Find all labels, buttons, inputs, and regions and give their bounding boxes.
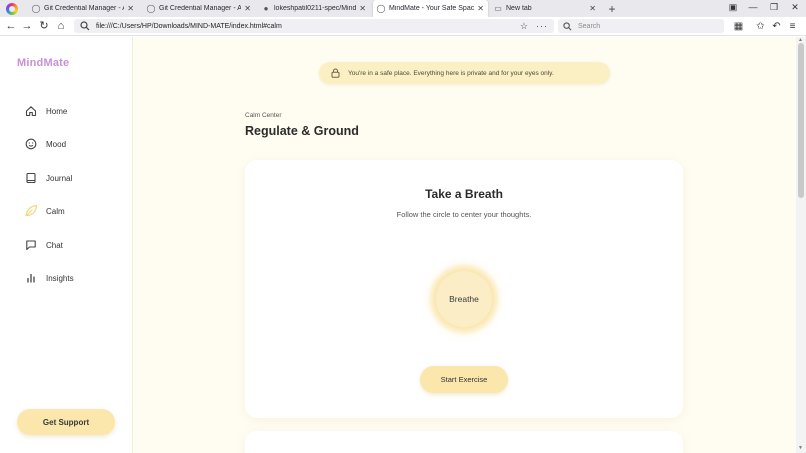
history-icon[interactable]: ↶ [771, 21, 782, 32]
tab-title: Git Credential Manager - Auth [159, 5, 242, 12]
sidebar-item-journal[interactable]: Journal [24, 170, 72, 186]
breathing-circle-label: Breathe [449, 294, 479, 304]
close-icon[interactable]: ✕ [127, 4, 134, 13]
maximize-icon[interactable]: ❐ [767, 2, 781, 13]
chart-icon [24, 271, 38, 285]
chat-icon [24, 238, 38, 252]
window-close-icon[interactable]: ✕ [788, 2, 802, 13]
get-support-button[interactable]: Get Support [17, 409, 115, 435]
sidebar-item-insights[interactable]: Insights [24, 270, 74, 286]
main-content: You're in a safe place. Everything here … [133, 37, 796, 453]
close-icon[interactable]: ✕ [589, 4, 596, 13]
browser-tab-bar: ◯ Git Credential Manager - Auth ✕ ◯ Git … [0, 0, 806, 17]
sidebar-item-calm[interactable]: Calm [24, 203, 65, 219]
forward-icon[interactable]: → [20, 19, 34, 33]
sidebar-item-home[interactable]: Home [24, 103, 67, 119]
close-icon[interactable]: ✕ [244, 4, 251, 13]
sidebar-item-chat[interactable]: Chat [24, 237, 63, 253]
extensions-grid-icon[interactable]: ▦ [733, 21, 744, 32]
start-exercise-button[interactable]: Start Exercise [420, 366, 508, 393]
globe-icon: ◯ [146, 4, 156, 13]
section-kicker: Calm Center [245, 112, 282, 119]
browser-tab[interactable]: ◯ Git Credential Manager - Auth ✕ [28, 0, 138, 17]
close-icon[interactable]: ✕ [359, 4, 366, 13]
search-placeholder: Search [578, 22, 601, 30]
browser-search-field[interactable]: Search [558, 19, 724, 33]
sidebar: MindMate Home Mood Journal Calm Chat Ins… [0, 37, 133, 453]
sidebar-item-label: Home [46, 106, 68, 116]
home-browser-icon[interactable]: ⌂ [54, 19, 68, 33]
sidebar-item-label: Chat [46, 240, 63, 250]
github-icon: ● [263, 4, 269, 13]
browser-logo-icon [6, 3, 18, 15]
privacy-notice-text: You're in a safe place. Everything here … [348, 69, 554, 77]
url-text[interactable]: file:///C:/Users/HP/Downloads/MIND-MATE/… [96, 23, 520, 30]
close-icon[interactable]: ✕ [477, 4, 484, 13]
reload-icon[interactable]: ↻ [37, 19, 51, 33]
app-root: MindMate Home Mood Journal Calm Chat Ins… [0, 37, 796, 453]
leaf-icon [24, 204, 38, 218]
card-title: Take a Breath [425, 187, 503, 201]
browser-tab[interactable]: ◯ Git Credential Manager - Auth ✕ [143, 0, 255, 17]
breathing-card: Take a Breath Follow the circle to cente… [245, 160, 683, 418]
address-bar[interactable]: file:///C:/Users/HP/Downloads/MIND-MATE/… [74, 19, 554, 33]
card-subtitle: Follow the circle to center your thought… [396, 210, 532, 219]
sidebar-item-mood[interactable]: Mood [24, 136, 66, 152]
scroll-down-icon[interactable]: ▼ [798, 445, 803, 451]
page-icon: ▭ [494, 4, 502, 13]
browser-tab-active[interactable]: ◯ MindMate - Your Safe Space ✕ [373, 0, 488, 17]
smile-icon [24, 137, 38, 151]
tab-title: New tab [506, 5, 532, 12]
globe-icon: ◯ [31, 4, 41, 13]
search-icon [563, 21, 572, 30]
bookmark-star-icon[interactable]: ☆ [520, 21, 528, 32]
page-title: Regulate & Ground [245, 124, 359, 138]
tab-title: Git Credential Manager - Auth [44, 5, 124, 12]
sidebar-item-label: Calm [46, 206, 65, 216]
more-icon[interactable]: ··· [536, 21, 548, 31]
scrollbar-thumb[interactable] [798, 43, 804, 198]
sidebar-item-label: Insights [46, 273, 74, 283]
browser-tab[interactable]: ● lokeshpatil0211-spec/MindM ✕ [258, 0, 370, 17]
breathing-circle: Breathe [436, 271, 492, 327]
tab-title: lokeshpatil0211-spec/MindM [274, 5, 357, 12]
browser-nav-bar: ← → ↻ ⌂ file:///C:/Users/HP/Downloads/MI… [0, 17, 806, 36]
book-icon [24, 171, 38, 185]
lock-icon [331, 68, 340, 78]
menu-icon[interactable]: ≡ [787, 21, 798, 32]
tab-title: MindMate - Your Safe Space [389, 5, 475, 12]
privacy-notice: You're in a safe place. Everything here … [319, 62, 610, 84]
brand-logo[interactable]: MindMate [17, 57, 69, 69]
next-card [245, 431, 683, 453]
home-icon [24, 104, 38, 118]
browser-tab[interactable]: ▭ New tab ✕ [490, 0, 600, 17]
sidebar-item-label: Mood [46, 139, 67, 149]
search-icon [80, 21, 90, 31]
minimize-icon[interactable]: — [746, 2, 760, 12]
favorites-icon[interactable]: ✩ [755, 21, 766, 32]
page-scrollbar[interactable]: ▲ ▼ [796, 37, 806, 453]
globe-icon: ◯ [376, 4, 386, 13]
sidebar-toggle-icon[interactable]: ▣ [726, 2, 740, 13]
new-tab-icon[interactable]: + [606, 2, 618, 16]
sidebar-item-label: Journal [46, 173, 73, 183]
back-icon[interactable]: ← [4, 19, 18, 33]
